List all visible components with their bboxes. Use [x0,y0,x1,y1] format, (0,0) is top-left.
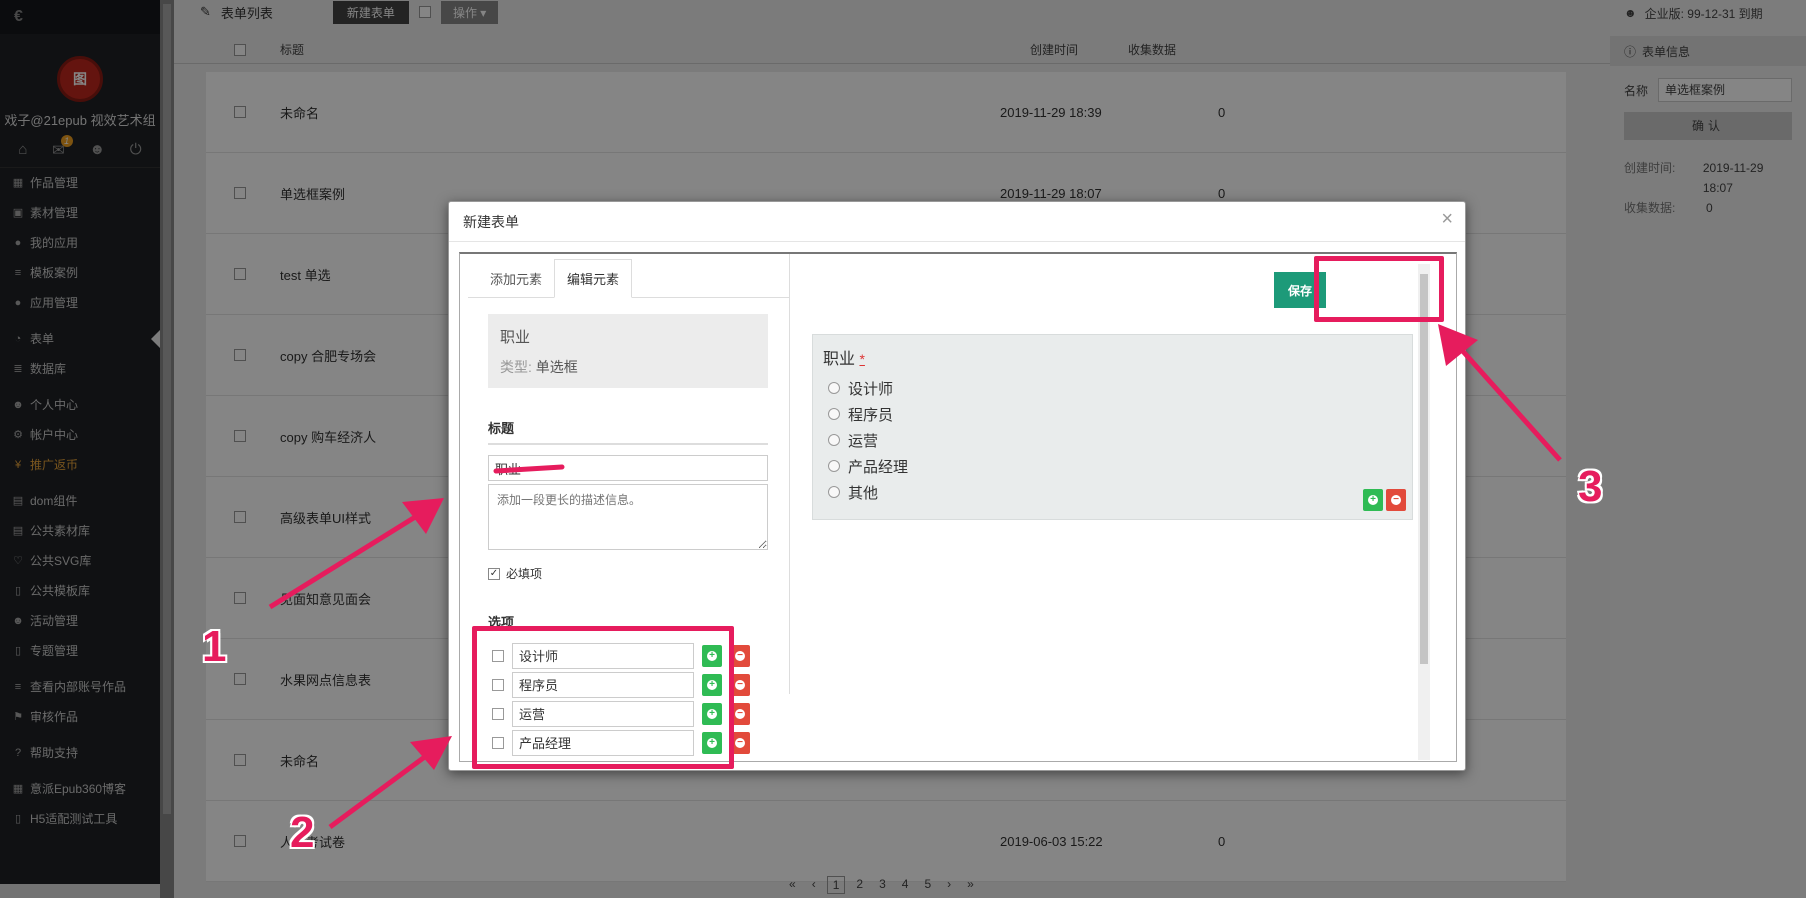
element-summary: 职业 类型: 单选框 [488,314,768,388]
annotation-label-1: 1 [202,622,227,671]
preview-radio-option[interactable]: 产品经理 [823,453,1402,479]
radio-button[interactable] [828,408,840,420]
minus-icon: − [735,650,745,661]
title-section-label: 标题 [488,418,768,445]
field-preview[interactable]: 职业 * 设计师程序员运营产品经理其他 + − [812,334,1413,520]
dialog-title: 新建表单 [463,213,519,230]
required-label: 必填项 [506,567,543,581]
add-field-button[interactable]: + [1363,489,1383,511]
annotation-label-3: 3 [1578,462,1603,511]
remove-field-button[interactable]: − [1386,489,1406,511]
preview-radio-option[interactable]: 其他 [823,479,1402,505]
element-type-label: 类型: [500,359,532,375]
radio-label: 程序员 [848,406,894,424]
highlight-save-box [1314,256,1444,322]
dialog-header: 新建表单 × [449,202,1465,242]
required-checkbox[interactable]: ✓ [488,567,500,580]
required-toggle[interactable]: ✓ 必填项 [488,565,789,582]
radio-label: 设计师 [848,380,894,398]
highlight-options-box [472,626,734,769]
editor-tabs: 添加元素 编辑元素 [468,254,789,298]
radio-button[interactable] [828,382,840,394]
close-icon[interactable]: × [1441,208,1453,231]
element-type-value: 单选框 [535,359,578,375]
preview-title-text: 职业 [823,351,856,368]
radio-button[interactable] [828,486,840,498]
minus-icon: − [735,708,745,719]
tab-edit-element[interactable]: 编辑元素 [554,259,633,298]
title-input[interactable] [488,455,768,481]
scrollbar-thumb[interactable] [1420,274,1428,664]
radio-button[interactable] [828,434,840,446]
element-name: 职业 [500,329,531,346]
preview-actions: + − [1363,489,1406,511]
preview-title: 职业 * [823,345,1402,369]
radio-label: 运营 [848,432,879,450]
minus-icon: − [1391,495,1401,505]
preview-radio-option[interactable]: 设计师 [823,375,1402,401]
preview-radio-option[interactable]: 程序员 [823,401,1402,427]
radio-label: 其他 [848,484,879,502]
minus-icon: − [735,679,745,690]
plus-icon: + [1368,495,1378,505]
minus-icon: − [735,737,745,748]
radio-button[interactable] [828,460,840,472]
tab-add-element[interactable]: 添加元素 [478,260,554,297]
form-preview-area: 保存 职业 * 设计师 程序员 运营 产品经理 其他 + − [792,254,1432,761]
preview-options: 设计师程序员运营产品经理其他 [823,375,1402,505]
preview-scrollbar[interactable] [1418,264,1430,760]
preview-radio-option[interactable]: 运营 [823,427,1402,453]
annotation-label-2: 2 [290,808,315,857]
element-type: 类型: 单选框 [500,357,756,377]
description-input[interactable] [488,484,768,550]
required-mark: * [859,351,865,367]
radio-label: 产品经理 [848,458,909,476]
